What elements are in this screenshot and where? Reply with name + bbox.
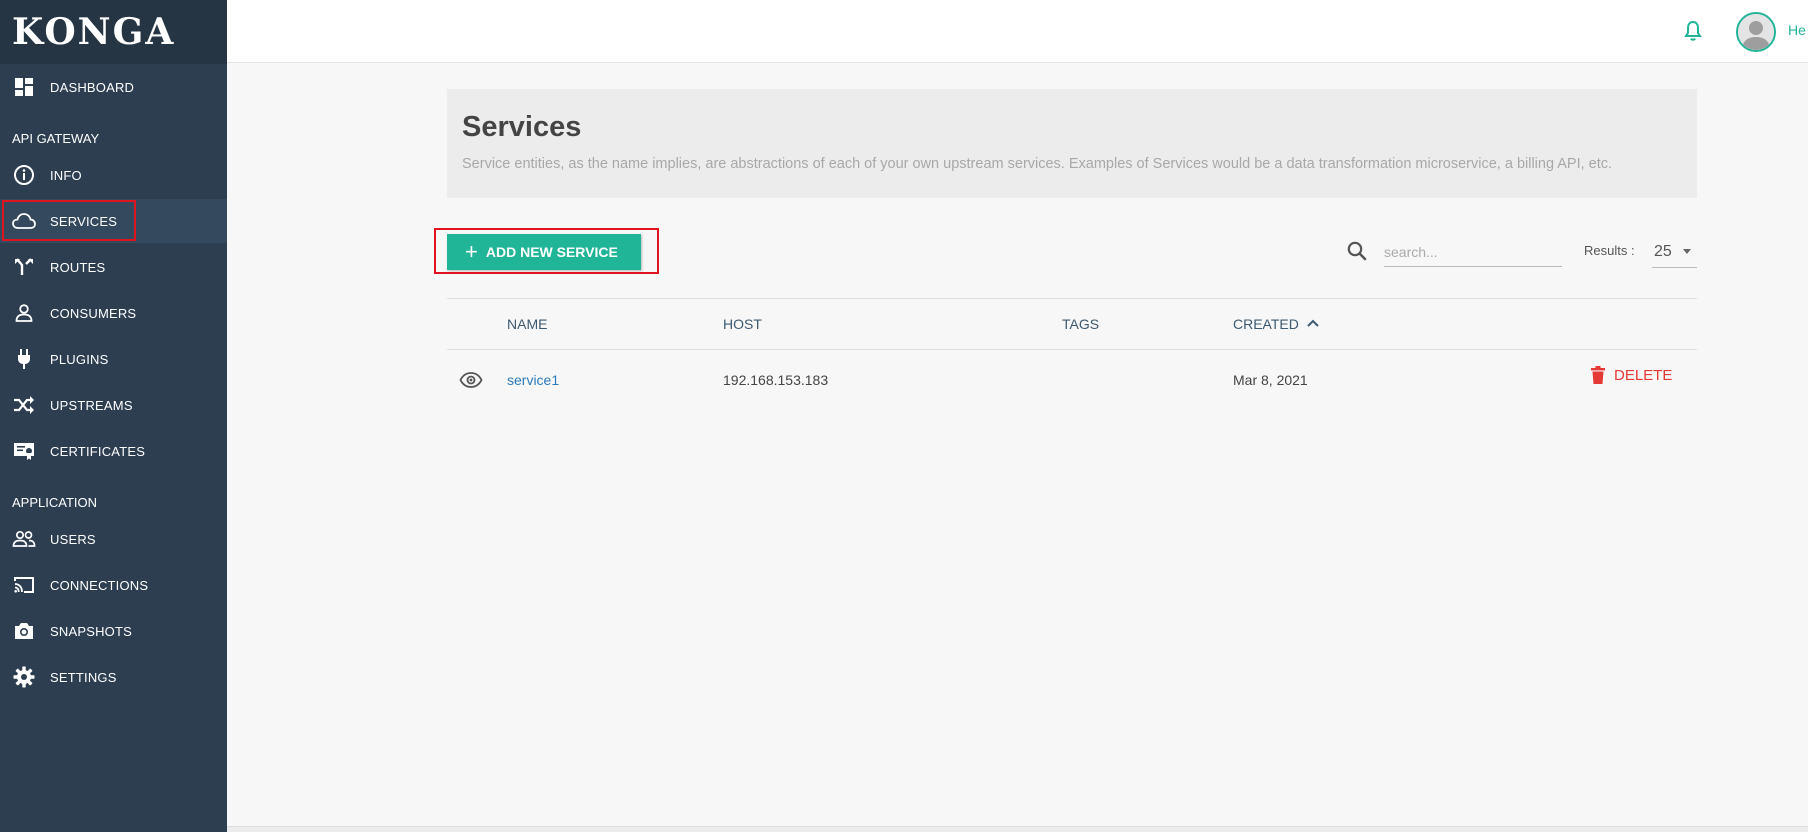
sort-ascending-icon[interactable] — [1305, 315, 1321, 331]
service-name-link[interactable]: service1 — [507, 372, 559, 388]
delete-button[interactable]: DELETE — [1590, 365, 1672, 385]
results-per-page-value: 25 — [1654, 242, 1672, 260]
users-icon — [12, 527, 36, 551]
table-row: service1 192.168.153.183 Mar 8, 2021 DEL… — [447, 352, 1697, 410]
info-icon — [12, 163, 36, 187]
sidebar-item-upstreams[interactable]: UPSTREAMS — [0, 383, 227, 427]
plug-icon — [12, 347, 36, 371]
dashboard-icon — [12, 75, 36, 99]
results-label: Results : — [1584, 243, 1635, 258]
page-title: Services — [462, 111, 582, 143]
section-application: APPLICATION — [12, 495, 98, 510]
table-header: NAME HOST TAGS CREATED — [447, 298, 1697, 350]
sidebar-item-certificates[interactable]: CERTIFICATES — [0, 429, 227, 473]
sidebar-item-dashboard[interactable]: DASHBOARD — [0, 65, 227, 109]
sidebar-item-label: PLUGINS — [50, 351, 109, 367]
sidebar-item-label: SETTINGS — [50, 669, 117, 685]
page-header: Services Service entities, as the name i… — [447, 89, 1697, 198]
shuffle-icon — [12, 393, 36, 417]
routes-icon — [12, 255, 36, 279]
add-new-service-label: ADD NEW SERVICE — [485, 244, 618, 260]
gear-icon — [12, 665, 36, 689]
page-description: Service entities, as the name implies, a… — [462, 156, 1613, 172]
results-per-page-select[interactable]: 25 — [1652, 236, 1697, 268]
sidebar-item-label: DASHBOARD — [50, 79, 135, 95]
sidebar-item-services[interactable]: SERVICES — [0, 199, 227, 243]
trash-icon — [1591, 366, 1605, 384]
sidebar-item-settings[interactable]: SETTINGS — [0, 655, 227, 699]
sidebar-item-label: ROUTES — [50, 259, 106, 275]
sidebar-item-snapshots[interactable]: SNAPSHOTS — [0, 609, 227, 653]
sidebar-item-label: CONSUMERS — [50, 305, 137, 321]
sidebar-item-label: USERS — [50, 531, 96, 547]
sidebar-item-label: INFO — [50, 167, 82, 183]
sidebar-item-users[interactable]: USERS — [0, 517, 227, 561]
bottom-scrollbar[interactable] — [227, 826, 1808, 832]
konga-logo[interactable]: KONGA — [0, 0, 227, 64]
sidebar-item-routes[interactable]: ROUTES — [0, 245, 227, 289]
sidebar-item-label: SNAPSHOTS — [50, 623, 132, 639]
column-header-name[interactable]: NAME — [507, 316, 547, 332]
cloud-icon — [12, 209, 36, 233]
sidebar-item-consumers[interactable]: CONSUMERS — [0, 291, 227, 335]
sidebar: KONGA DASHBOARD API GATEWAY INFO SERVICE… — [0, 0, 227, 832]
certificate-icon — [12, 439, 36, 463]
search-input[interactable] — [1384, 237, 1562, 267]
top-bar — [227, 0, 1808, 63]
eye-icon[interactable] — [459, 370, 483, 390]
sidebar-item-label: CERTIFICATES — [50, 443, 146, 459]
sidebar-item-plugins[interactable]: PLUGINS — [0, 337, 227, 381]
column-header-tags[interactable]: TAGS — [1062, 316, 1099, 332]
plus-icon: + — [465, 239, 478, 264]
person-icon — [12, 301, 36, 325]
sidebar-item-label: UPSTREAMS — [50, 397, 133, 413]
delete-label: DELETE — [1614, 366, 1673, 384]
column-header-created[interactable]: CREATED — [1233, 316, 1299, 332]
sidebar-item-label: CONNECTIONS — [50, 577, 149, 593]
camera-icon — [12, 619, 36, 643]
section-api-gateway: API GATEWAY — [12, 131, 100, 146]
user-name[interactable]: He — [1788, 22, 1806, 38]
sidebar-item-info[interactable]: INFO — [0, 153, 227, 197]
service-created: Mar 8, 2021 — [1233, 372, 1308, 388]
sidebar-item-connections[interactable]: CONNECTIONS — [0, 563, 227, 607]
bell-icon[interactable] — [1681, 19, 1705, 43]
sidebar-item-label: SERVICES — [50, 213, 118, 229]
user-avatar[interactable] — [1736, 12, 1776, 52]
add-new-service-button[interactable]: + ADD NEW SERVICE — [447, 234, 641, 270]
service-host: 192.168.153.183 — [723, 372, 829, 388]
column-header-host[interactable]: HOST — [723, 316, 762, 332]
search-icon — [1345, 239, 1369, 263]
caret-down-icon — [1683, 249, 1691, 254]
cast-icon — [12, 573, 36, 597]
